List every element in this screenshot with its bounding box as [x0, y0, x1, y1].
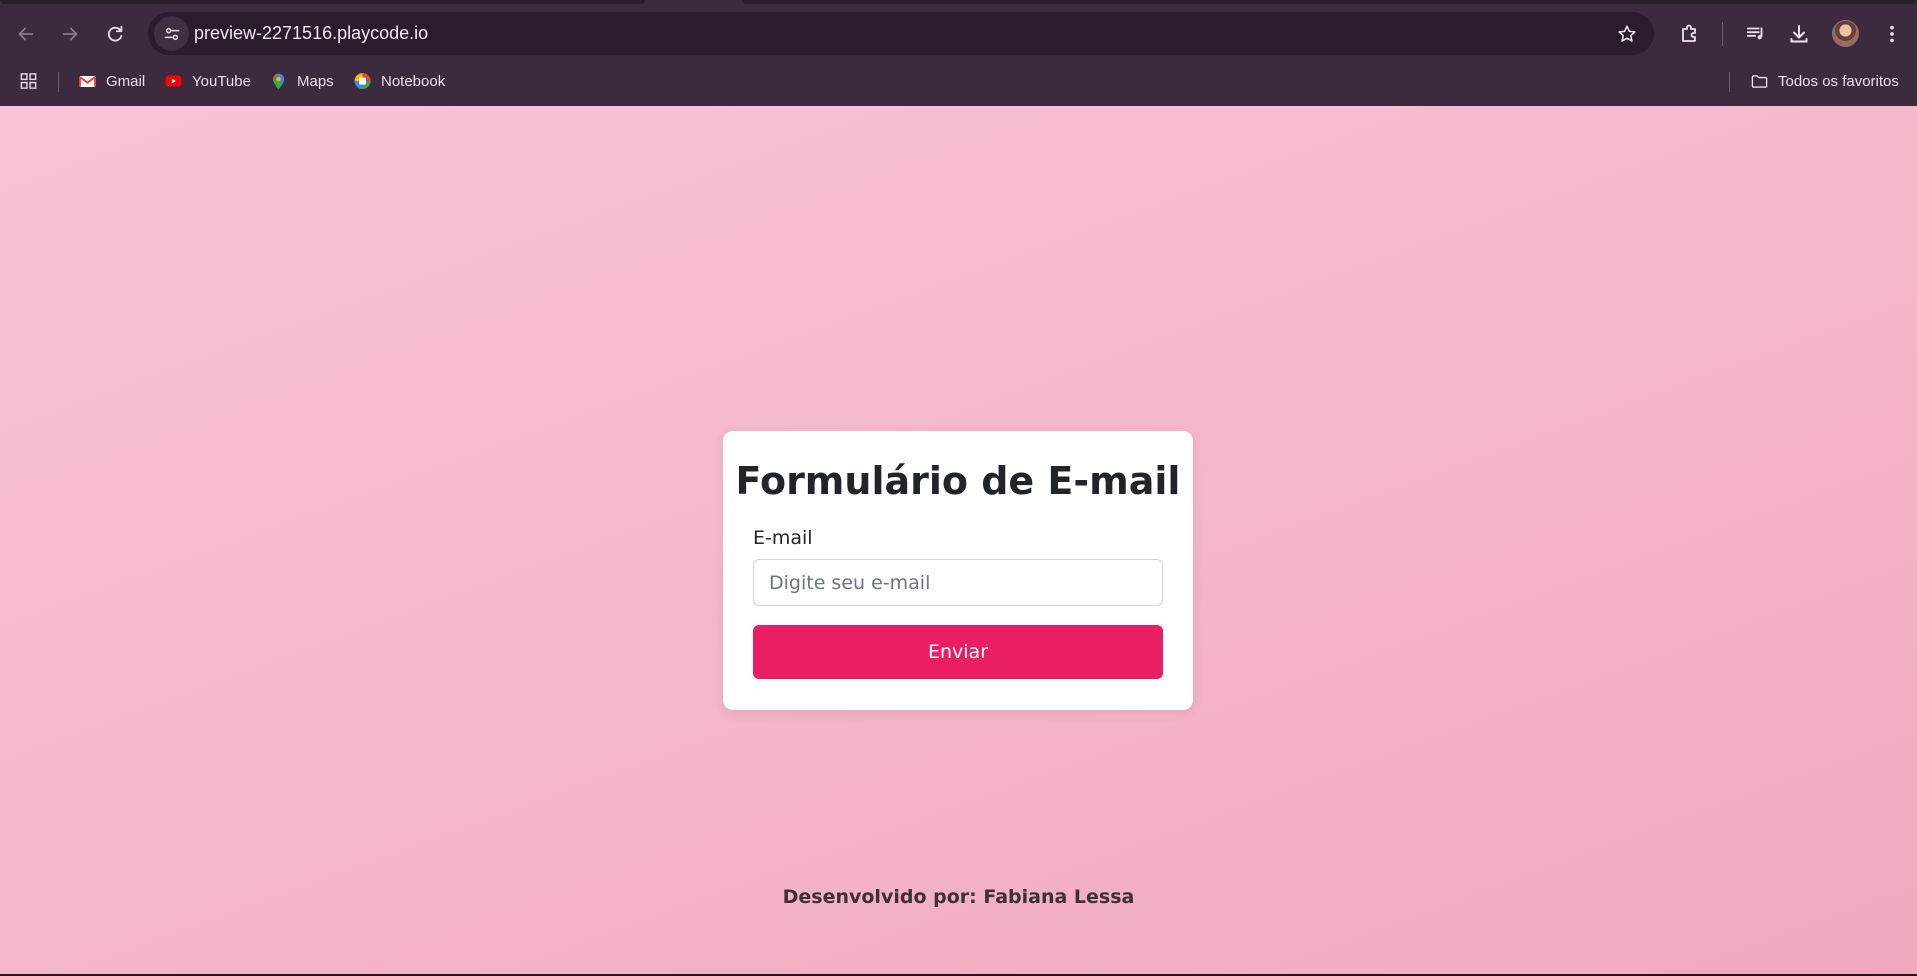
- bookmark-label: Notebook: [381, 72, 446, 90]
- download-icon: [1790, 25, 1808, 43]
- all-bookmarks-label: Todos os favoritos: [1778, 72, 1899, 90]
- tab-strip-edge: [0, 0, 645, 4]
- bookmark-gmail[interactable]: Gmail: [78, 66, 145, 96]
- media-control-button[interactable]: [1740, 18, 1772, 50]
- queue-music-icon: [1746, 27, 1763, 40]
- tune-icon: [164, 27, 179, 40]
- all-bookmarks-button[interactable]: Todos os favoritos: [1750, 66, 1899, 96]
- maps-icon: [269, 72, 288, 91]
- submit-button[interactable]: Enviar: [753, 625, 1163, 679]
- email-form-card: Formulário de E-mail E-mail Enviar: [723, 431, 1193, 710]
- folder-icon: [1750, 72, 1769, 91]
- back-button[interactable]: [8, 16, 44, 52]
- footer-credit: Desenvolvido por: Fabiana Lessa: [782, 886, 1135, 908]
- bookmark-label: Maps: [297, 72, 334, 90]
- apps-grid-icon: [19, 72, 38, 91]
- form-title: Formulário de E-mail: [735, 459, 1181, 503]
- page-viewport: Formulário de E-mail E-mail Enviar Desen…: [0, 106, 1917, 976]
- toolbar-divider: [1722, 22, 1723, 46]
- arrow-right-icon: [62, 27, 78, 41]
- bookmark-notebook[interactable]: Notebook: [353, 66, 445, 96]
- forward-button[interactable]: [52, 16, 88, 52]
- bookmarks-bar: Gmail YouTube Maps Notebook Todos os fav…: [0, 66, 1917, 106]
- bookmark-youtube[interactable]: YouTube: [164, 66, 251, 96]
- bookmarks-divider: [1729, 72, 1730, 92]
- downloads-button[interactable]: [1783, 18, 1815, 50]
- tab-strip-edge: [742, 0, 1917, 4]
- email-label: E-mail: [753, 527, 813, 549]
- more-vertical-icon: [1890, 25, 1894, 43]
- notebook-icon: [353, 72, 372, 91]
- apps-button[interactable]: [19, 66, 38, 96]
- extensions-button[interactable]: [1674, 18, 1706, 50]
- bookmark-star-button[interactable]: [1614, 21, 1640, 47]
- reload-icon: [107, 25, 123, 42]
- address-bar[interactable]: preview-2271516.playcode.io: [148, 12, 1654, 55]
- youtube-icon: [164, 72, 183, 91]
- star-icon: [1618, 25, 1636, 42]
- bookmark-label: Gmail: [106, 72, 146, 90]
- puzzle-icon: [1682, 24, 1696, 42]
- arrow-left-icon: [18, 27, 34, 41]
- menu-button[interactable]: [1876, 18, 1908, 50]
- url-text[interactable]: preview-2271516.playcode.io: [194, 12, 428, 55]
- email-input[interactable]: [753, 559, 1163, 606]
- bookmark-maps[interactable]: Maps: [269, 66, 334, 96]
- site-info-button[interactable]: [154, 16, 189, 51]
- browser-toolbar: preview-2271516.playcode.io: [0, 0, 1917, 66]
- bookmarks-divider: [58, 72, 59, 92]
- bookmark-label: YouTube: [192, 72, 251, 90]
- reload-button[interactable]: [97, 16, 133, 52]
- profile-avatar[interactable]: [1832, 20, 1859, 47]
- gmail-icon: [78, 72, 97, 91]
